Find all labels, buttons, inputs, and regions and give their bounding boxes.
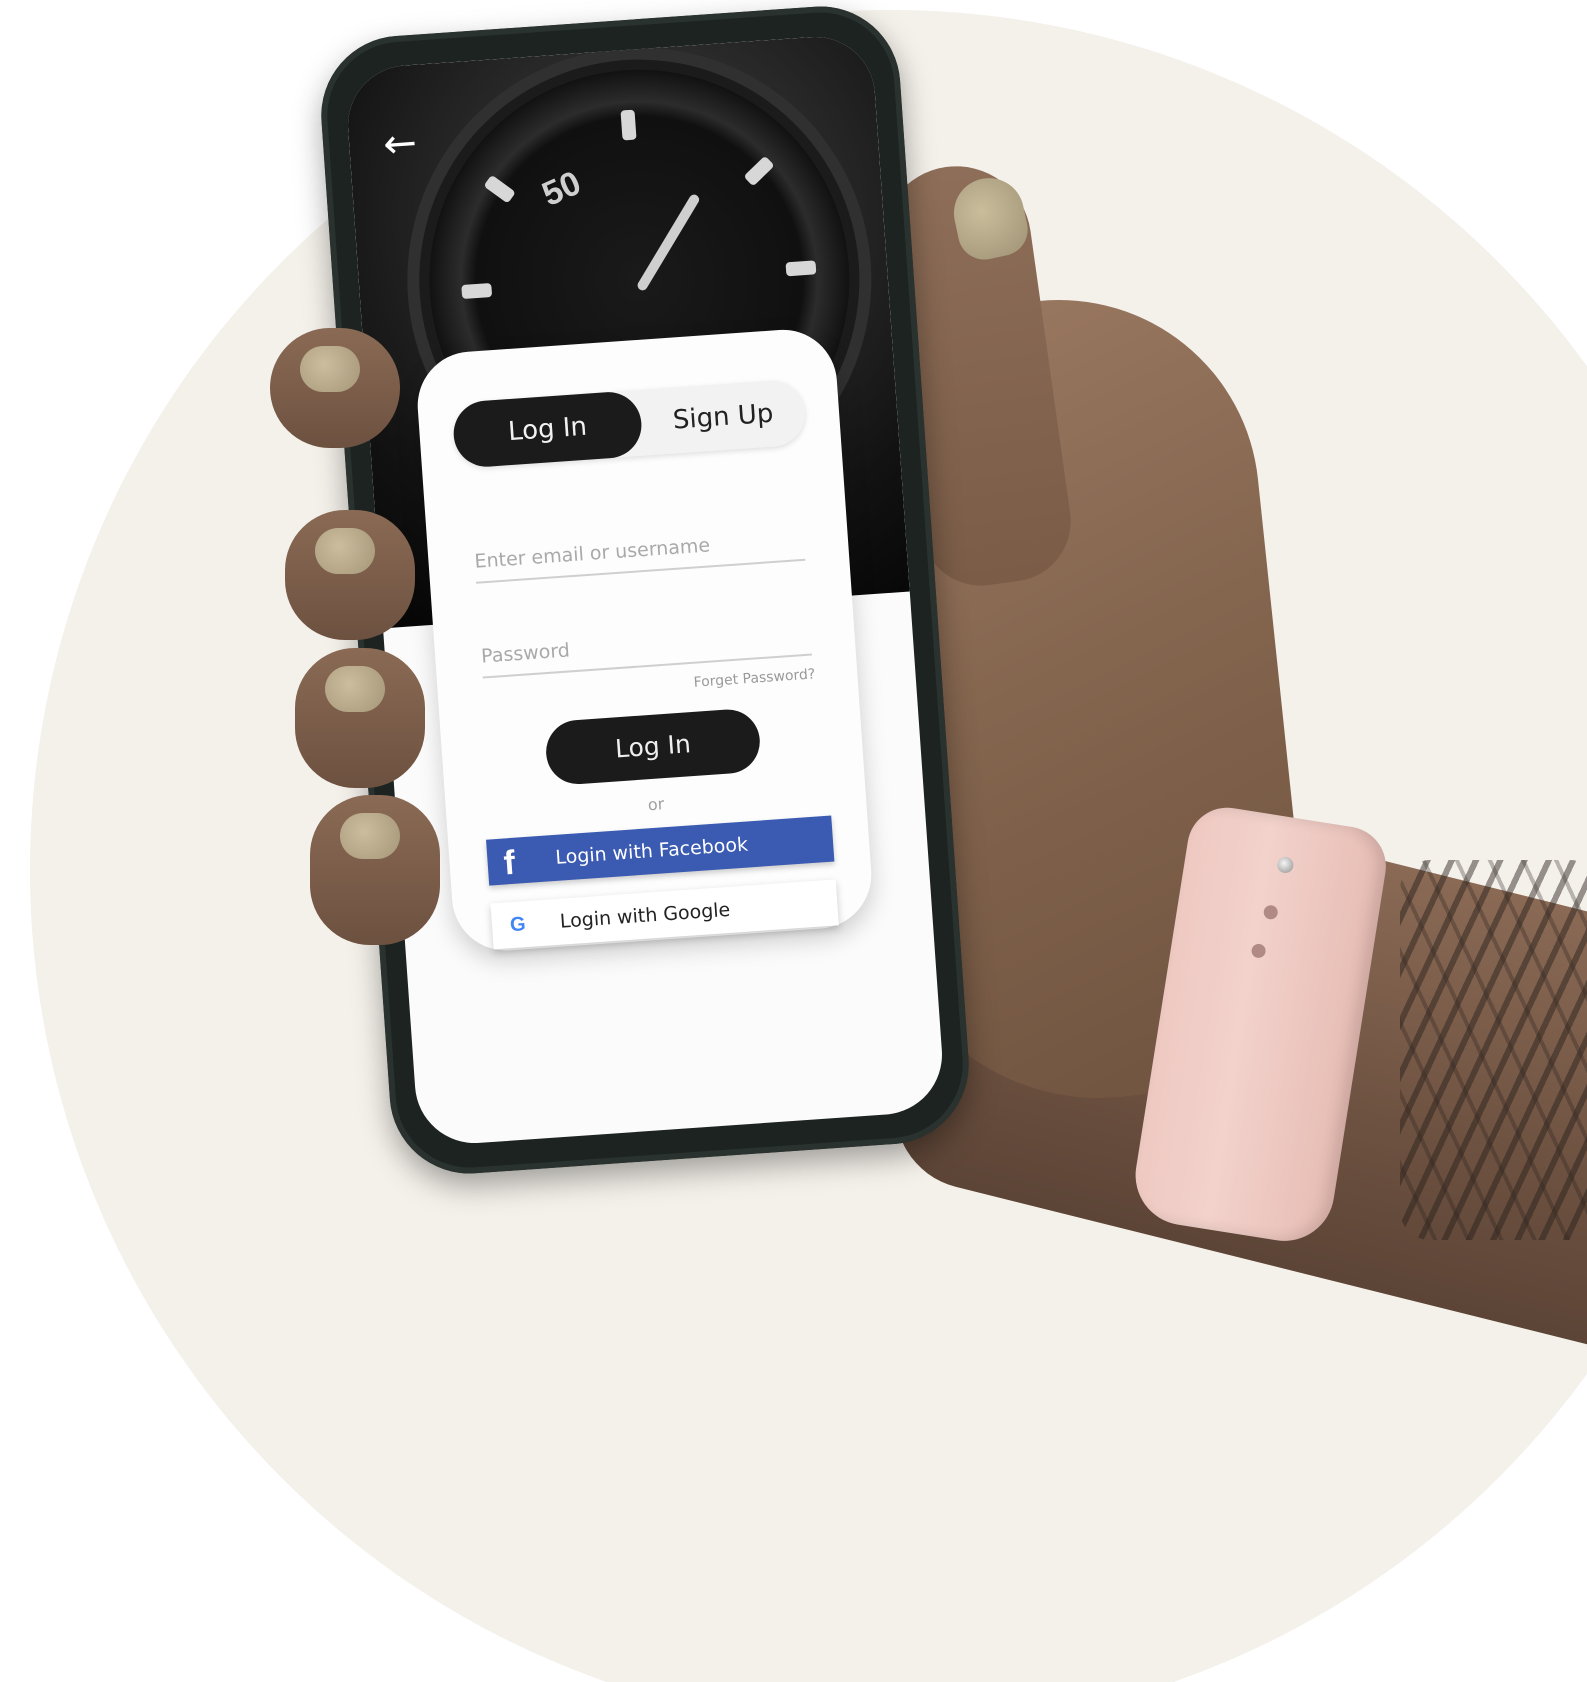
watch-marker <box>743 155 775 187</box>
phone-screen: 50 ← Log In Sign Up Forget Password? Log… <box>343 32 947 1148</box>
facebook-login-label: Login with Facebook <box>554 833 749 869</box>
facebook-login-button[interactable]: f Login with Facebook <box>486 815 835 886</box>
finger <box>285 510 415 640</box>
google-icon: G <box>509 913 527 937</box>
finger-nail <box>340 813 400 859</box>
forgot-password-link[interactable]: Forget Password? <box>693 666 816 690</box>
watch-marker <box>461 282 493 300</box>
login-card: Log In Sign Up Forget Password? Log In o… <box>414 326 875 955</box>
password-field[interactable] <box>479 613 812 679</box>
finger-nail <box>300 346 360 392</box>
watch-bezel-number: 50 <box>536 163 587 214</box>
band-pin <box>1276 855 1295 875</box>
email-field[interactable] <box>473 518 806 584</box>
watch-hand <box>635 192 701 293</box>
back-arrow-icon[interactable]: ← <box>382 120 431 168</box>
tab-login[interactable]: Log In <box>451 389 644 469</box>
watch-marker <box>483 174 516 204</box>
facebook-icon: f <box>502 843 517 883</box>
login-button[interactable]: Log In <box>543 707 762 787</box>
finger <box>295 648 425 788</box>
finger-nail <box>325 666 385 712</box>
finger <box>270 328 400 448</box>
arm-tattoo <box>1400 860 1587 1240</box>
band-hole <box>1262 904 1279 921</box>
watch-marker <box>620 109 637 141</box>
band-hole <box>1250 942 1267 959</box>
tab-signup[interactable]: Sign Up <box>639 378 807 455</box>
google-login-label: Login with Google <box>559 898 731 933</box>
auth-tabs: Log In Sign Up <box>451 378 808 469</box>
finger-nail <box>315 528 375 574</box>
mockup-stage: 50 ← Log In Sign Up Forget Password? Log… <box>0 0 1587 1682</box>
google-login-button[interactable]: G Login with Google <box>490 879 839 950</box>
watch-marker <box>785 260 817 277</box>
phone: 50 ← Log In Sign Up Forget Password? Log… <box>315 1 975 1179</box>
finger <box>310 795 440 945</box>
